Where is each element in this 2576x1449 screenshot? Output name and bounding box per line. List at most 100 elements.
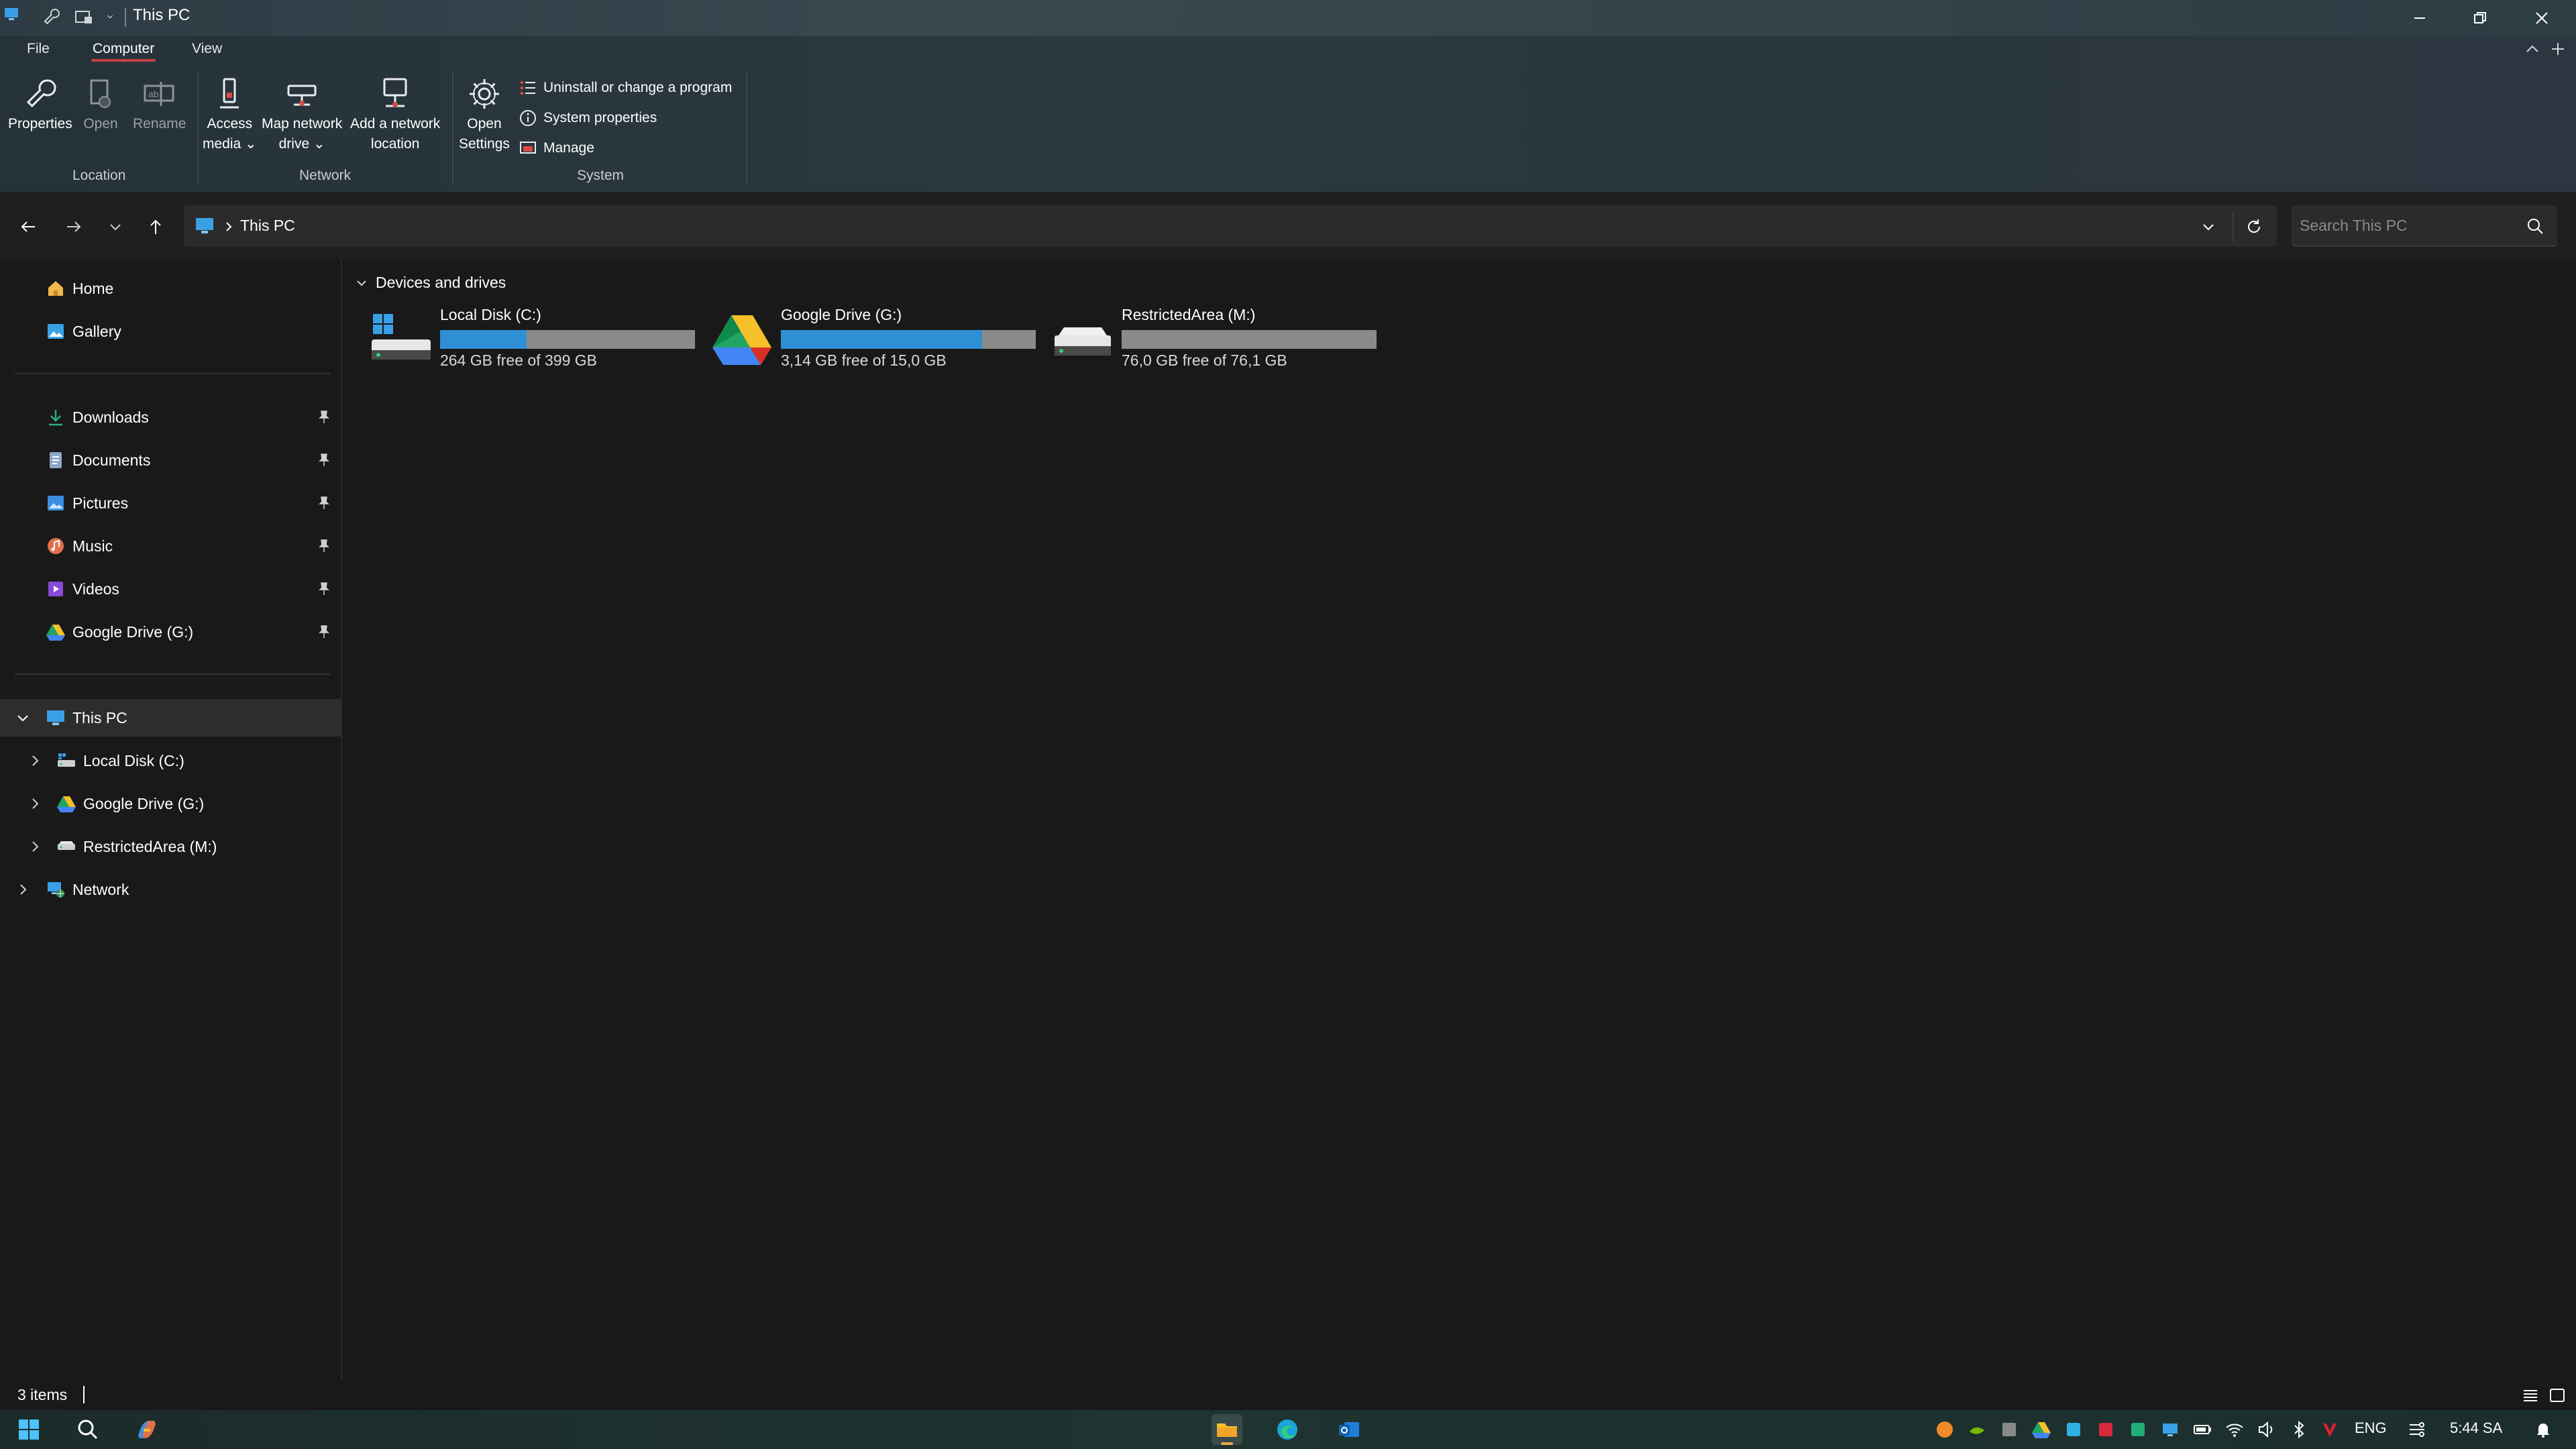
chevron-right-icon[interactable] bbox=[27, 839, 43, 855]
tray-app-icon[interactable] bbox=[1935, 1419, 1955, 1440]
collapse-ribbon-icon[interactable] bbox=[2522, 39, 2542, 59]
add-icon[interactable] bbox=[2548, 39, 2568, 59]
back-button[interactable] bbox=[12, 211, 44, 243]
sidebar-item-google-drive[interactable]: Google Drive (G:) bbox=[0, 613, 341, 651]
search-icon[interactable] bbox=[2525, 216, 2545, 236]
clock[interactable]: 5:44 SA bbox=[2450, 1419, 2502, 1437]
sidebar-item-network[interactable]: Network bbox=[0, 871, 341, 908]
close-icon bbox=[2536, 12, 2548, 24]
start-button[interactable] bbox=[13, 1414, 44, 1445]
map-network-drive-button[interactable]: Map network drive ⌄ bbox=[262, 74, 342, 154]
add-network-location-button[interactable]: Add a network location bbox=[350, 74, 440, 154]
rename-label: Rename bbox=[133, 116, 186, 131]
devices-and-drives-header[interactable]: Devices and drives bbox=[354, 274, 506, 292]
video-icon bbox=[48, 582, 63, 596]
map-drive-icon bbox=[287, 85, 317, 106]
up-button[interactable] bbox=[140, 211, 172, 243]
pin-icon[interactable] bbox=[315, 581, 331, 597]
chevron-right-icon[interactable] bbox=[27, 796, 43, 812]
search-input[interactable] bbox=[2300, 212, 2514, 239]
search-taskbar-button[interactable] bbox=[72, 1414, 103, 1445]
sidebar-item-local-disk[interactable]: Local Disk (C:) bbox=[0, 742, 341, 780]
minimize-button[interactable] bbox=[2390, 0, 2450, 36]
tray-app-icon[interactable] bbox=[2063, 1419, 2084, 1440]
tab-view[interactable]: View bbox=[186, 38, 227, 60]
pin-icon[interactable] bbox=[315, 495, 331, 511]
sidebar-item-home[interactable]: Home bbox=[0, 270, 341, 307]
tray-app-icon[interactable] bbox=[2031, 1419, 2051, 1440]
tray-app-icon[interactable] bbox=[2160, 1419, 2180, 1440]
properties-button[interactable]: Properties bbox=[8, 74, 72, 134]
battery-button[interactable] bbox=[2192, 1419, 2212, 1440]
sidebar-item-downloads[interactable]: Downloads bbox=[0, 398, 341, 436]
breadcrumb-this-pc[interactable]: This PC bbox=[240, 217, 295, 235]
tab-computer[interactable]: Computer bbox=[87, 38, 160, 62]
sidebar-item-music[interactable]: Music bbox=[0, 527, 341, 565]
sidebar-item-google-drive-tree[interactable]: Google Drive (G:) bbox=[0, 785, 341, 822]
drive-icon bbox=[58, 841, 75, 850]
pin-icon[interactable] bbox=[315, 409, 331, 425]
outlook-taskbar-button[interactable] bbox=[1334, 1414, 1364, 1445]
tiles-view-icon[interactable] bbox=[2548, 1386, 2567, 1405]
copilot-taskbar-button[interactable] bbox=[131, 1414, 162, 1445]
volume-button[interactable] bbox=[2257, 1419, 2277, 1440]
tray-app-icon[interactable] bbox=[2096, 1419, 2116, 1440]
chevron-right-icon[interactable] bbox=[27, 753, 43, 769]
uninstall-program-button[interactable]: Uninstall or change a program bbox=[518, 72, 732, 103]
vivaldi-tray-button[interactable] bbox=[2320, 1419, 2340, 1440]
pin-icon[interactable] bbox=[315, 538, 331, 554]
restore-button[interactable] bbox=[2450, 0, 2510, 36]
sidebar-item-documents[interactable]: Documents bbox=[0, 441, 341, 479]
file-explorer-taskbar-button[interactable] bbox=[1212, 1414, 1242, 1445]
uninstall-program-label: Uninstall or change a program bbox=[543, 79, 733, 95]
pen-menu-button[interactable] bbox=[2407, 1419, 2427, 1440]
chevron-down-icon[interactable] bbox=[15, 710, 31, 726]
sidebar-item-gallery[interactable]: Gallery bbox=[0, 313, 341, 350]
qat-dropdown-icon[interactable] bbox=[106, 7, 118, 27]
drive-name: Google Drive (G:) bbox=[781, 306, 902, 323]
sidebar-item-label: Pictures bbox=[72, 494, 129, 512]
access-media-icon bbox=[220, 78, 239, 109]
close-button[interactable] bbox=[2512, 0, 2572, 36]
forward-button[interactable] bbox=[58, 211, 90, 243]
new-folder-qat-icon[interactable] bbox=[74, 7, 94, 27]
pin-icon[interactable] bbox=[315, 452, 331, 468]
refresh-icon[interactable] bbox=[2245, 217, 2263, 236]
chevron-right-icon[interactable] bbox=[15, 881, 31, 898]
this-pc-icon[interactable] bbox=[4, 7, 19, 21]
bluetooth-button[interactable] bbox=[2289, 1419, 2309, 1440]
sidebar-item-videos[interactable]: Videos bbox=[0, 570, 341, 608]
open-settings-button[interactable]: Open Settings bbox=[459, 74, 510, 154]
breadcrumb-chevron-icon[interactable] bbox=[221, 219, 236, 235]
edge-taskbar-button[interactable] bbox=[1272, 1414, 1303, 1445]
sidebar-item-this-pc[interactable]: This PC bbox=[0, 699, 341, 737]
sidebar-item-label: Local Disk (C:) bbox=[83, 751, 184, 769]
sidebar-item-restricted-area[interactable]: RestrictedArea (M:) bbox=[0, 828, 341, 865]
recent-locations-button[interactable] bbox=[99, 211, 131, 243]
rename-button[interactable]: ab Rename bbox=[133, 74, 186, 134]
search-box[interactable] bbox=[2292, 205, 2557, 247]
address-bar[interactable]: This PC bbox=[184, 205, 2277, 247]
notifications-button[interactable] bbox=[2533, 1419, 2553, 1440]
sidebar-item-pictures[interactable]: Pictures bbox=[0, 484, 341, 522]
restore-icon bbox=[2474, 12, 2486, 23]
details-view-icon[interactable] bbox=[2521, 1386, 2540, 1405]
tray-app-icon[interactable] bbox=[1999, 1419, 2019, 1440]
home-icon bbox=[48, 281, 63, 296]
language-indicator[interactable]: ENG bbox=[2355, 1419, 2387, 1437]
system-properties-button[interactable]: System properties bbox=[518, 103, 732, 133]
drive-tile-restricted-area[interactable]: RestrictedArea (M:) 76,0 GB free of 76,1… bbox=[1046, 303, 1382, 377]
address-dropdown-icon[interactable] bbox=[2199, 217, 2218, 236]
green-app-icon bbox=[2131, 1423, 2145, 1436]
tray-app-icon[interactable] bbox=[2128, 1419, 2148, 1440]
drive-tile-google-drive[interactable]: Google Drive (G:) 3,14 GB free of 15,0 G… bbox=[706, 303, 1041, 377]
access-media-button[interactable]: Access media ⌄ bbox=[203, 74, 257, 154]
open-button[interactable]: Open bbox=[80, 74, 121, 134]
tray-app-icon[interactable] bbox=[1967, 1419, 1987, 1440]
drive-tile-local-disk[interactable]: Local Disk (C:) 264 GB free of 399 GB bbox=[365, 303, 700, 377]
tab-file[interactable]: File bbox=[21, 38, 55, 60]
manage-button[interactable]: Manage bbox=[518, 133, 732, 163]
properties-qat-icon[interactable] bbox=[42, 7, 62, 27]
wifi-button[interactable] bbox=[2224, 1419, 2245, 1440]
pin-icon[interactable] bbox=[315, 624, 331, 640]
